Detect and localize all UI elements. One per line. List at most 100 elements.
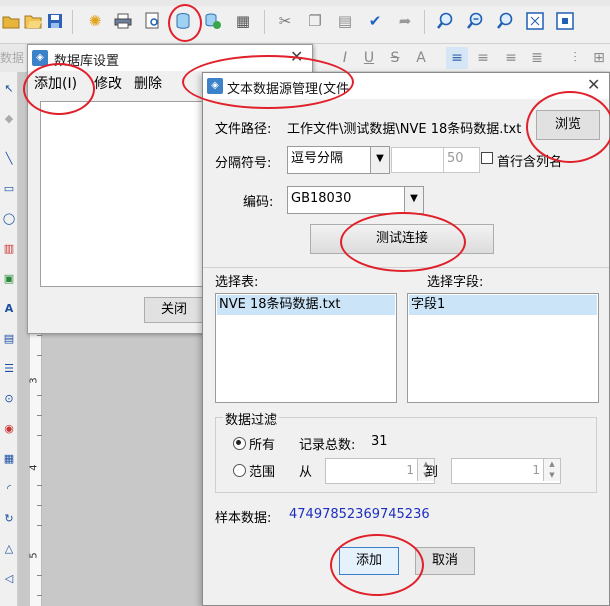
chevron-down-icon[interactable]: ▼: [370, 147, 389, 173]
ruler-number: 3: [28, 377, 40, 384]
separator-select-value: 逗号分隔: [291, 151, 344, 166]
image-tool-icon[interactable]: ▣: [2, 272, 16, 286]
align-justify-icon[interactable]: ≣: [526, 47, 548, 69]
print-preview-icon[interactable]: [142, 10, 164, 32]
close-button[interactable]: 关闭: [144, 297, 204, 323]
app-logo-icon: ◈: [32, 50, 48, 66]
close-icon[interactable]: ✕: [587, 75, 600, 94]
text-style-icon[interactable]: A: [410, 47, 432, 69]
record-total-value: 31: [371, 434, 388, 449]
distribute-icon[interactable]: ⫶: [564, 47, 586, 69]
sample-data-value: 47497852369745236: [289, 507, 430, 522]
spin-down-icon[interactable]: ▼: [543, 470, 560, 481]
filter-range-label: 范围: [249, 465, 276, 480]
chevron-down-icon[interactable]: ▼: [404, 187, 423, 213]
polygon-tool-icon[interactable]: △: [2, 542, 16, 556]
align-left-icon[interactable]: ≡: [446, 47, 468, 69]
paste-icon[interactable]: ▤: [334, 10, 356, 32]
zoom-in-icon[interactable]: [434, 10, 456, 32]
dialog-title: 文本数据源管理(文件: [227, 82, 350, 97]
triangle-tool-icon[interactable]: ◁: [2, 572, 16, 586]
app-logo-icon: ◈: [207, 78, 223, 94]
field-list-item[interactable]: 字段1: [409, 295, 597, 315]
number-tool-icon[interactable]: ⊙: [2, 392, 16, 406]
cancel-button[interactable]: 取消: [415, 547, 475, 575]
menu-add[interactable]: 添加(I): [34, 73, 77, 93]
curve-tool-icon[interactable]: ◜: [2, 482, 16, 496]
database-list[interactable]: [40, 101, 218, 287]
separator-length-input[interactable]: 50: [443, 147, 480, 173]
field-list[interactable]: 字段1: [407, 293, 599, 403]
ruler-number: 4: [28, 464, 40, 471]
spacing-icon[interactable]: ⊞: [588, 47, 610, 69]
save-icon[interactable]: [44, 10, 66, 32]
underline-icon[interactable]: U: [358, 47, 380, 69]
align-center-icon[interactable]: ≡: [472, 47, 494, 69]
line-tool-icon[interactable]: ╲: [2, 152, 16, 166]
custom-separator-input[interactable]: [391, 147, 444, 173]
vertical-ruler: 3 4 5: [28, 295, 42, 606]
first-row-header-label: 首行含列名: [497, 155, 563, 170]
encoding-select[interactable]: GB18030 ▼: [287, 186, 424, 214]
rotate-tool-icon[interactable]: ↻: [2, 512, 16, 526]
zoom-out-icon[interactable]: [464, 10, 486, 32]
to-spinner[interactable]: 1 ▲ ▼: [451, 458, 561, 484]
actual-size-icon[interactable]: [554, 10, 576, 32]
add-button[interactable]: 添加: [339, 547, 399, 575]
menu-bar-strip: [0, 0, 610, 6]
copy-icon[interactable]: ❐: [304, 10, 326, 32]
separator-select[interactable]: 逗号分隔 ▼: [287, 146, 390, 174]
from-value: 1: [406, 463, 414, 477]
encoding-select-value: GB18030: [291, 191, 352, 206]
grid-tool-icon[interactable]: ▦: [2, 452, 16, 466]
browse-button[interactable]: 浏览: [536, 110, 600, 140]
barcode-tool-icon[interactable]: ▥: [2, 242, 16, 256]
settings-gear-icon[interactable]: ✺: [84, 10, 106, 32]
menu-edit[interactable]: 修改: [94, 73, 122, 93]
spin-up-icon[interactable]: ▲: [543, 459, 560, 470]
from-spinner[interactable]: 1 ▲ ▼: [325, 458, 435, 484]
first-row-header-checkbox[interactable]: [481, 152, 493, 164]
confirm-icon[interactable]: ✔: [364, 10, 386, 32]
dialog-titlebar: ◈ 数据库设置 ✕: [28, 45, 312, 71]
open-folder-icon[interactable]: [22, 10, 44, 32]
strikethrough-icon[interactable]: S: [384, 47, 406, 69]
cut-icon[interactable]: ✂: [274, 10, 296, 32]
close-icon[interactable]: ✕: [290, 47, 303, 66]
database-link-icon[interactable]: [202, 10, 224, 32]
data-tab-label[interactable]: 数据: [0, 44, 27, 72]
zoom-icon[interactable]: [494, 10, 516, 32]
file-path-value[interactable]: 工作文件\测试数据\NVE 18条码数据.txt: [287, 118, 521, 137]
redo-icon[interactable]: ➦: [394, 10, 416, 32]
encoding-label: 编码:: [243, 195, 274, 210]
format-toolbar: I U S A ≡ ≡ ≡ ≣ ⫶ ⊞: [312, 44, 610, 72]
filter-all-radio[interactable]: [233, 437, 246, 450]
italic-icon[interactable]: I: [334, 47, 356, 69]
table-list-item[interactable]: NVE 18条码数据.txt: [217, 295, 395, 315]
list-tool-icon[interactable]: ☰: [2, 362, 16, 376]
ruler-number: 5: [28, 552, 40, 559]
align-right-icon[interactable]: ≡: [500, 47, 522, 69]
eraser-icon[interactable]: ◆: [2, 112, 16, 126]
divider: [203, 267, 609, 268]
separator-label: 分隔符号:: [215, 156, 272, 171]
ellipse-tool-icon[interactable]: ◯: [2, 212, 16, 226]
menu-delete[interactable]: 删除: [134, 73, 162, 93]
test-connection-button[interactable]: 测试连接: [310, 224, 494, 254]
database-icon[interactable]: [172, 10, 194, 32]
record-total-label: 记录总数:: [299, 438, 356, 453]
pointer-icon[interactable]: ↖: [2, 82, 16, 96]
filter-range-radio[interactable]: [233, 464, 246, 477]
shape-tool-icon[interactable]: ◉: [2, 422, 16, 436]
print-icon[interactable]: [112, 10, 134, 32]
filter-all-label: 所有: [249, 438, 276, 453]
left-tool-panel: ↖ ◆ ╲ ▭ ◯ ▥ ▣ A ▤ ☰ ⊙ ◉ ▦ ◜ ↻ △ ◁: [0, 72, 18, 606]
grid-icon[interactable]: ▦: [232, 10, 254, 32]
to-label: 到: [425, 465, 439, 480]
text-tool-icon[interactable]: A: [2, 302, 16, 316]
fit-page-icon[interactable]: [524, 10, 546, 32]
rectangle-tool-icon[interactable]: ▭: [2, 182, 16, 196]
table-tool-icon[interactable]: ▤: [2, 332, 16, 346]
open-folder-icon[interactable]: [0, 10, 22, 32]
table-list[interactable]: NVE 18条码数据.txt: [215, 293, 397, 403]
